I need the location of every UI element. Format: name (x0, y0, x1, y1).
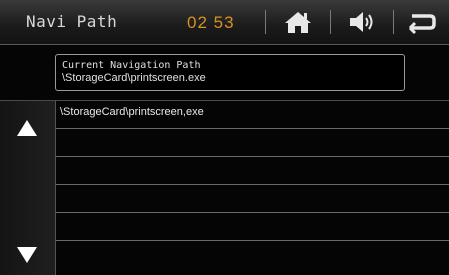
list-item[interactable] (56, 213, 449, 241)
list-item[interactable] (56, 129, 449, 157)
current-path-label: Current Navigation Path (62, 60, 201, 71)
list-item[interactable] (56, 241, 449, 269)
scroll-up-icon[interactable] (16, 119, 38, 137)
list-item[interactable] (56, 157, 449, 185)
home-icon[interactable] (281, 8, 315, 36)
title-bar: Navi Path 02 53 (0, 0, 449, 45)
current-path-value: \StorageCard\printscreen.exe (62, 72, 206, 84)
scroll-down-icon[interactable] (16, 246, 38, 264)
clock: 02 53 (187, 13, 235, 32)
scroll-column (0, 101, 56, 275)
volume-icon[interactable] (345, 8, 379, 36)
list-item[interactable] (56, 185, 449, 213)
current-path-box: Current Navigation Path \StorageCard\pri… (55, 54, 405, 91)
divider (393, 10, 394, 34)
file-list: \StorageCard\printscreen,exe (56, 101, 449, 275)
divider (330, 10, 331, 34)
divider (265, 10, 266, 34)
back-icon[interactable] (404, 8, 438, 36)
page-title: Navi Path (26, 12, 118, 31)
list-item[interactable]: \StorageCard\printscreen,exe (56, 101, 449, 129)
